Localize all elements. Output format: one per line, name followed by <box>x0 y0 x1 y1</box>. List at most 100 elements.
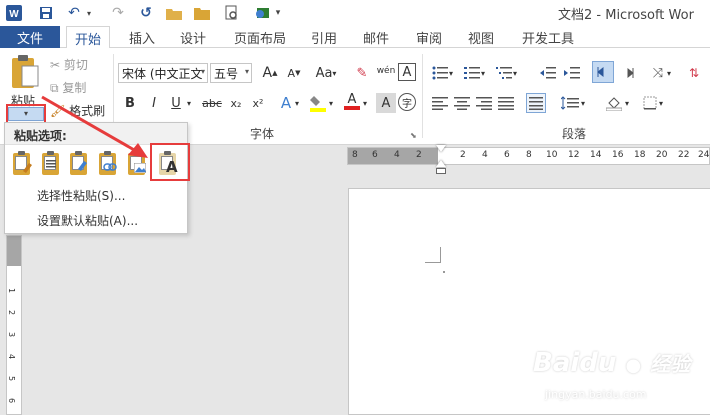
strikethrough-icon: abc <box>202 96 222 110</box>
align-right-icon[interactable] <box>474 93 494 113</box>
customize-toolbar-icon[interactable]: ▾ <box>272 3 284 23</box>
tab-design[interactable]: 设计 <box>173 26 213 48</box>
open-folder-icon[interactable] <box>164 3 184 23</box>
shrink-font-button[interactable]: A ▼ <box>284 63 304 83</box>
ribbon-tabs: 文件 开始 插入 设计 页面布局 引用 邮件 审阅 视图 开发工具 <box>0 26 710 49</box>
ruler-number: 10 <box>546 150 558 160</box>
char-shading-button[interactable]: A <box>376 93 396 113</box>
paste-keep-source-format-button[interactable] <box>11 151 33 177</box>
bullets-dropdown-icon[interactable]: ▾ <box>446 63 456 83</box>
hanging-indent-marker[interactable] <box>436 160 446 167</box>
tab-insert[interactable]: 插入 <box>122 26 162 48</box>
word-logo-icon: W <box>4 3 24 23</box>
highlighter-icon <box>310 96 326 112</box>
phonetic-guide-button[interactable]: wén <box>376 61 396 81</box>
tab-mailings[interactable]: 邮件 <box>356 26 396 48</box>
decrease-indent-icon[interactable] <box>538 63 558 83</box>
borders-dropdown-icon[interactable]: ▾ <box>656 93 666 113</box>
strikethrough-button[interactable]: abc <box>200 93 224 113</box>
highlight-button[interactable] <box>308 93 328 113</box>
watermark-url: jingyan.baidu.com <box>545 388 647 401</box>
save-icon[interactable] <box>36 3 56 23</box>
redo-icon[interactable]: ↷ <box>108 3 128 23</box>
increase-indent-icon[interactable] <box>562 63 582 83</box>
chinese-layout-dropdown-icon[interactable]: ▾ <box>664 63 674 83</box>
cut-button[interactable]: ✂ 剪切 <box>50 56 88 73</box>
ruler-number: 14 <box>590 150 602 160</box>
font-color-icon: A <box>347 92 357 107</box>
font-color-button[interactable]: A <box>342 92 362 112</box>
font-color-dropdown-icon[interactable]: ▾ <box>360 93 370 113</box>
tab-file[interactable]: 文件 <box>0 26 60 48</box>
ruler-number: 8 <box>526 150 532 160</box>
ruler-number: 2 <box>7 309 17 316</box>
folder-icon[interactable] <box>192 3 212 23</box>
ruler-number: 4 <box>7 353 17 360</box>
tab-references[interactable]: 引用 <box>304 26 344 48</box>
shading-dropdown-icon[interactable]: ▾ <box>622 93 632 113</box>
char-border-icon: A <box>402 64 412 80</box>
underline-dropdown-icon[interactable]: ▾ <box>184 93 194 113</box>
ruler-number: 6 <box>7 397 17 404</box>
font-size-value: 五号 <box>214 66 239 81</box>
ruler-number: 6 <box>504 150 510 160</box>
annotation-arrow <box>41 95 148 158</box>
refresh-icon[interactable]: ↺ <box>136 3 156 23</box>
highlight-dropdown-icon[interactable]: ▾ <box>326 93 336 113</box>
vertical-ruler[interactable]: 1 2 3 4 5 6 <box>6 235 22 415</box>
margin-corner-mark <box>425 247 441 263</box>
copy-button[interactable]: ⧉ 复制 <box>50 79 86 96</box>
email-icon[interactable] <box>252 3 272 23</box>
ruler-margin <box>7 236 21 266</box>
grow-font-button[interactable]: A ▲ <box>260 63 280 83</box>
superscript-button[interactable]: x² <box>248 93 268 113</box>
paragraph-shading-icon[interactable] <box>604 93 624 113</box>
line-spacing-icon[interactable] <box>560 93 580 113</box>
grow-font-icon: A <box>262 65 273 81</box>
set-default-paste-item[interactable]: 设置默认粘贴(A)... <box>37 212 138 229</box>
clear-format-icon[interactable]: ✎ <box>352 63 372 83</box>
print-preview-icon[interactable] <box>222 3 242 23</box>
underline-button[interactable]: U <box>166 93 186 113</box>
ruler-number: 3 <box>7 331 17 338</box>
undo-icon[interactable]: ↶ <box>64 3 84 23</box>
ruler-number: 4 <box>482 150 488 160</box>
first-line-indent-marker[interactable] <box>436 145 446 152</box>
ruler-number: 5 <box>7 375 17 382</box>
align-left-icon[interactable] <box>430 93 450 113</box>
numbering-dropdown-icon[interactable]: ▾ <box>478 63 488 83</box>
horizontal-ruler[interactable]: 8 6 4 2 2 4 6 8 10 12 14 16 18 20 22 24 <box>347 147 710 165</box>
line-spacing-dropdown-icon[interactable]: ▾ <box>578 93 588 113</box>
multilevel-dropdown-icon[interactable]: ▾ <box>510 63 520 83</box>
paste-button[interactable] <box>6 54 42 92</box>
enclose-char-button[interactable]: 字 <box>398 93 416 111</box>
tab-page-layout[interactable]: 页面布局 <box>228 26 292 48</box>
text-direction-ltr-icon[interactable] <box>592 61 614 83</box>
subscript-button[interactable]: x₂ <box>226 93 246 113</box>
scissors-icon: ✂ <box>50 58 61 72</box>
sort-icon[interactable]: ⇅ <box>684 63 704 83</box>
text-effects-dropdown-icon[interactable]: ▾ <box>292 93 302 113</box>
cut-label: 剪切 <box>63 58 88 72</box>
paste-special-item[interactable]: 选择性粘贴(S)... <box>37 187 125 204</box>
tab-view[interactable]: 视图 <box>461 26 501 48</box>
watermark-brand-cn: 经验 <box>650 352 691 376</box>
justify-icon[interactable] <box>496 93 516 113</box>
ruler-number: 22 <box>678 150 690 160</box>
change-case-button[interactable]: Aa ▾ <box>312 63 340 83</box>
tab-home[interactable]: 开始 <box>66 26 110 49</box>
char-border-button[interactable]: A <box>398 63 416 81</box>
align-center-icon[interactable] <box>452 93 472 113</box>
undo-dropdown-icon[interactable]: ▾ <box>84 3 94 23</box>
text-direction-rtl-icon[interactable] <box>618 63 638 83</box>
font-name-select[interactable]: 宋体 (中文正文 ▾ <box>118 63 208 83</box>
distributed-align-icon[interactable] <box>526 93 546 113</box>
left-indent-marker[interactable] <box>436 168 446 174</box>
chevron-down-icon: ▾ <box>244 67 249 76</box>
tab-review[interactable]: 审阅 <box>409 26 449 48</box>
font-dialog-launcher-icon[interactable]: ⬊ <box>410 131 417 140</box>
paste-icon <box>12 55 39 88</box>
font-size-select[interactable]: 五号 ▾ <box>210 63 252 83</box>
ruler-number: 16 <box>612 150 624 160</box>
tab-developer[interactable]: 开发工具 <box>512 26 584 48</box>
